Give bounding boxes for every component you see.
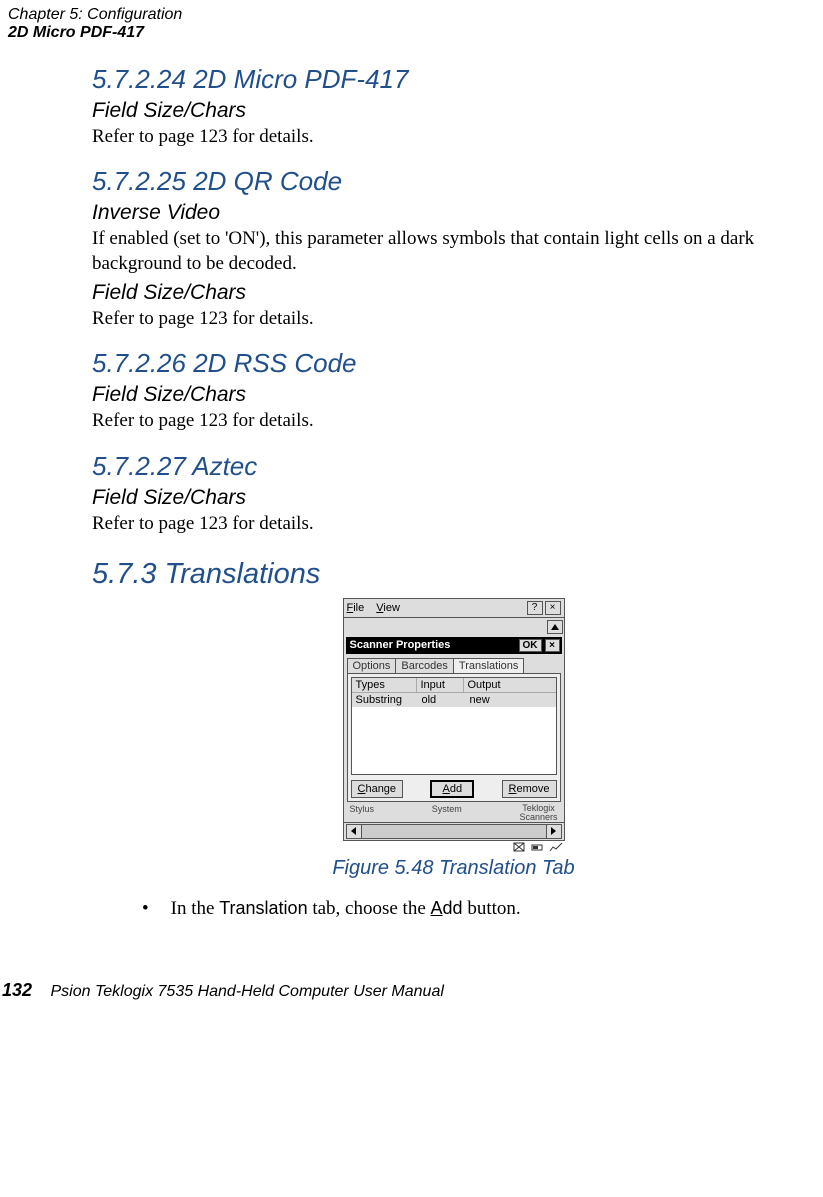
dialog-close-button[interactable]: ×: [545, 639, 560, 652]
close-button[interactable]: ×: [545, 601, 561, 615]
task-stylus: Stylus: [350, 804, 375, 822]
add-button-ref: A: [431, 898, 443, 918]
bullet-dot: •: [142, 898, 149, 920]
figure-wrap: File View ? × Scanner Properties OK ×: [92, 598, 815, 880]
list-header: Types Input Output: [352, 678, 556, 693]
body-1: Refer to page 123 for details.: [92, 125, 815, 150]
remove-button[interactable]: Remove: [502, 780, 557, 798]
chapter-line: Chapter 5: Configuration: [8, 6, 823, 24]
ok-button[interactable]: OK: [519, 639, 542, 652]
translation-tab-ref: Translation: [219, 898, 307, 918]
heading-2d-micro-pdf417: 5.7.2.24 2D Micro PDF-417: [92, 65, 815, 95]
menu-view[interactable]: View: [376, 602, 400, 614]
subheading-inverse-video: Inverse Video: [92, 201, 815, 225]
dialog-area: Scanner Properties OK × Options Barcodes…: [343, 618, 565, 823]
tab-translations[interactable]: Translations: [453, 658, 525, 673]
window-menubar: File View ? ×: [343, 598, 565, 618]
heading-2d-rss-code: 5.7.2.26 2D RSS Code: [92, 349, 815, 379]
button-row: Change Add Remove: [351, 780, 557, 798]
cell-input: old: [418, 693, 466, 707]
heading-translations: 5.7.3 Translations: [92, 558, 815, 591]
tray-icon-2: [531, 842, 543, 853]
heading-2d-qr-code: 5.7.2.25 2D QR Code: [92, 167, 815, 197]
subheading-field-size-2: Field Size/Chars: [92, 281, 815, 305]
task-system: System: [432, 804, 462, 822]
subheading-field-size-4: Field Size/Chars: [92, 486, 815, 510]
system-tray: [343, 841, 565, 853]
dialog-title: Scanner Properties: [350, 639, 519, 651]
tray-icon-1: [513, 842, 525, 853]
bullet-text: In the Translation tab, choose the Add b…: [171, 898, 521, 920]
body-2: Refer to page 123 for details.: [92, 307, 815, 332]
scroll-up-button[interactable]: [547, 620, 563, 634]
add-button[interactable]: Add: [430, 780, 474, 798]
list-row[interactable]: Substring old new: [352, 693, 556, 707]
tab-barcodes[interactable]: Barcodes: [395, 658, 453, 673]
tab-body: Types Input Output Substring old new: [347, 673, 561, 802]
col-input[interactable]: Input: [417, 678, 464, 692]
page: Chapter 5: Configuration 2D Micro PDF-41…: [0, 0, 823, 1001]
horizontal-scrollbar[interactable]: [343, 823, 565, 841]
subheading-field-size-1: Field Size/Chars: [92, 99, 815, 123]
body-3: Refer to page 123 for details.: [92, 409, 815, 434]
bullet-line: • In the Translation tab, choose the Add…: [142, 898, 815, 920]
section-ref: 2D Micro PDF-417: [8, 24, 823, 42]
page-number: 132: [2, 980, 32, 1000]
tray-icon-3: [549, 842, 563, 853]
screenshot: File View ? × Scanner Properties OK ×: [343, 598, 565, 853]
tab-options[interactable]: Options: [347, 658, 397, 673]
col-output[interactable]: Output: [464, 678, 556, 692]
body-4: Refer to page 123 for details.: [92, 512, 815, 537]
scroll-right-button[interactable]: [546, 824, 562, 839]
triangle-left-icon: [351, 827, 356, 835]
triangle-up-icon: [551, 624, 559, 630]
scroll-track[interactable]: [362, 824, 546, 839]
dialog-titlebar: Scanner Properties OK ×: [346, 637, 562, 654]
tab-strip: Options Barcodes Translations: [347, 658, 561, 673]
heading-aztec: 5.7.2.27 Aztec: [92, 452, 815, 482]
translations-list[interactable]: Types Input Output Substring old new: [351, 677, 557, 775]
taskbar-labels: Stylus System Teklogix Scanners: [344, 804, 564, 822]
figure-caption: Figure 5.48 Translation Tab: [92, 857, 815, 880]
cell-type: Substring: [352, 693, 418, 707]
page-footer: 132 Psion Teklogix 7535 Hand-Held Comput…: [0, 980, 823, 1001]
cell-output: new: [466, 693, 556, 707]
scroll-left-button[interactable]: [346, 824, 362, 839]
page-header: Chapter 5: Configuration 2D Micro PDF-41…: [0, 6, 823, 43]
task-scanners: Teklogix Scanners: [519, 804, 557, 822]
subheading-field-size-3: Field Size/Chars: [92, 383, 815, 407]
col-types[interactable]: Types: [352, 678, 417, 692]
change-button[interactable]: Change: [351, 780, 404, 798]
content: 5.7.2.24 2D Micro PDF-417 Field Size/Cha…: [0, 43, 823, 920]
triangle-right-icon: [551, 827, 556, 835]
body-inverse-video: If enabled (set to 'ON'), this parameter…: [92, 227, 815, 276]
book-title: Psion Teklogix 7535 Hand-Held Computer U…: [51, 983, 444, 1000]
menu-file[interactable]: File: [347, 602, 365, 614]
help-button[interactable]: ?: [527, 601, 543, 615]
